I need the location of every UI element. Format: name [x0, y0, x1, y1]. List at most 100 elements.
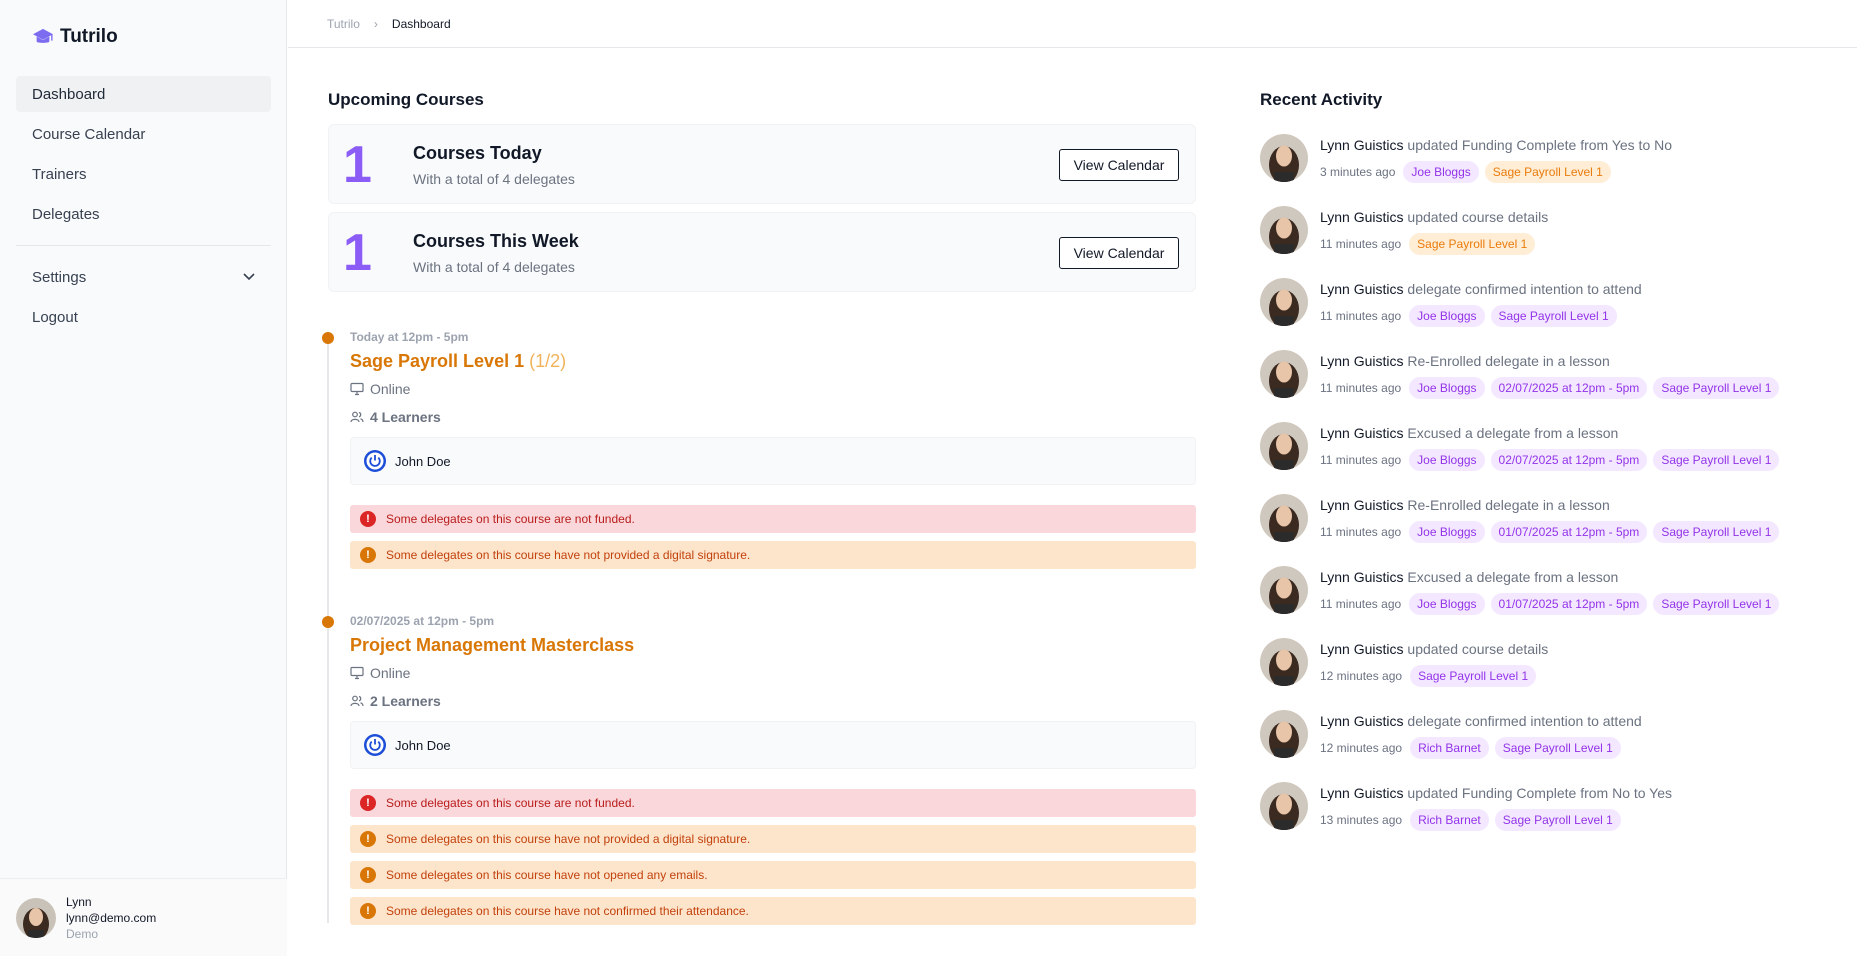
activity-tag[interactable]: 02/07/2025 at 12pm - 5pm — [1490, 449, 1648, 471]
sidebar-item-logout[interactable]: Logout — [16, 299, 271, 335]
activity-tag[interactable]: Sage Payroll Level 1 — [1653, 449, 1780, 471]
activity-user: Lynn Guistics — [1320, 137, 1404, 153]
activity-tag[interactable]: Joe Bloggs — [1409, 521, 1485, 543]
activity-tag[interactable]: Sage Payroll Level 1 — [1490, 305, 1617, 327]
sidebar-item-dashboard[interactable]: Dashboard — [16, 76, 271, 112]
alert-warning-icon: ! — [360, 903, 376, 919]
activity-tag[interactable]: 02/07/2025 at 12pm - 5pm — [1490, 377, 1648, 399]
activity-item: Lynn Guistics updated Funding Complete f… — [1260, 134, 1820, 206]
activity-time: 11 minutes ago — [1320, 453, 1402, 467]
activity-tag[interactable]: Joe Bloggs — [1409, 377, 1485, 399]
activity-action: delegate confirmed intention to attend — [1407, 713, 1642, 729]
courses-today-card: 1 Courses Today With a total of 4 delega… — [328, 124, 1196, 204]
activity-user: Lynn Guistics — [1320, 425, 1404, 441]
activity-meta: 11 minutes ago Joe Bloggs 02/07/2025 at 12… — [1320, 449, 1780, 471]
trainer-row[interactable]: John Doe — [350, 437, 1196, 485]
activity-item: Lynn Guistics updated Funding Complete f… — [1260, 782, 1820, 854]
breadcrumb-root[interactable]: Tutrilo — [327, 17, 360, 31]
course-entry: 02/07/2025 at 12pm - 5pm Project Managem… — [350, 614, 1196, 933]
monitor-icon — [350, 382, 364, 396]
activity-tag[interactable]: Rich Barnet — [1410, 809, 1489, 831]
activity-tag[interactable]: Joe Bloggs — [1403, 161, 1479, 183]
alert-not-funded: ! Some delegates on this course are not … — [350, 505, 1196, 533]
activity-tag[interactable]: Joe Bloggs — [1409, 449, 1485, 471]
activity-body: Lynn Guistics updated course details 11 m… — [1320, 206, 1548, 255]
activity-tag[interactable]: Sage Payroll Level 1 — [1484, 161, 1611, 183]
activity-tag[interactable]: Joe Bloggs — [1409, 305, 1485, 327]
avatar — [1260, 206, 1308, 254]
user-info: Lynn lynn@demo.com Demo — [66, 894, 156, 942]
upcoming-courses-title: Upcoming Courses — [328, 90, 484, 109]
sidebar-item-trainers[interactable]: Trainers — [16, 156, 271, 192]
courses-today-title: Courses Today — [413, 143, 542, 163]
alert-no-emails-opened: ! Some delegates on this course have not… — [350, 861, 1196, 889]
view-calendar-today-button[interactable]: View Calendar — [1059, 149, 1179, 181]
activity-item: Lynn Guistics Excused a delegate from a … — [1260, 566, 1820, 638]
sidebar-item-settings[interactable]: Settings — [16, 259, 271, 295]
activity-time: 11 minutes ago — [1320, 309, 1402, 323]
activity-line: Lynn Guistics updated Funding Complete f… — [1320, 137, 1672, 157]
course-location-text: Online — [370, 381, 411, 397]
alert-text: Some delegates on this course have not o… — [386, 868, 708, 882]
sidebar-item-delegates[interactable]: Delegates — [16, 196, 271, 232]
activity-tag[interactable]: 01/07/2025 at 12pm - 5pm — [1490, 593, 1648, 615]
activity-line: Lynn Guistics Excused a delegate from a … — [1320, 569, 1779, 589]
activity-body: Lynn Guistics Re-Enrolled delegate in a … — [1320, 350, 1780, 399]
avatar — [1260, 278, 1308, 326]
activity-item: Lynn Guistics delegate confirmed intenti… — [1260, 710, 1820, 782]
breadcrumb: Tutrilo › Dashboard — [288, 0, 1857, 48]
activity-line: Lynn Guistics Re-Enrolled delegate in a … — [1320, 353, 1779, 373]
user-role: Demo — [66, 926, 99, 941]
activity-body: Lynn Guistics Excused a delegate from a … — [1320, 422, 1780, 471]
activity-tag[interactable]: Joe Bloggs — [1409, 593, 1485, 615]
activity-meta: 11 minutes ago Joe Bloggs 02/07/2025 at 12… — [1320, 377, 1780, 399]
user-email: lynn@demo.com — [66, 910, 157, 925]
alert-text: Some delegates on this course are not fu… — [386, 512, 635, 526]
activity-tag[interactable]: Sage Payroll Level 1 — [1653, 521, 1780, 543]
alert-warning-icon: ! — [360, 867, 376, 883]
activity-tag[interactable]: Sage Payroll Level 1 — [1409, 233, 1536, 255]
activity-line: Lynn Guistics updated course details — [1320, 641, 1548, 661]
activity-item: Lynn Guistics updated course details 11 m… — [1260, 206, 1820, 278]
activity-action: delegate confirmed intention to attend — [1407, 281, 1642, 297]
courses-today-count: 1 — [343, 136, 372, 194]
activity-user: Lynn Guistics — [1320, 713, 1404, 729]
activity-item: Lynn Guistics Re-Enrolled delegate in a … — [1260, 494, 1820, 566]
view-calendar-week-button[interactable]: View Calendar — [1059, 237, 1179, 269]
alert-warning-icon: ! — [360, 831, 376, 847]
activity-user: Lynn Guistics — [1320, 785, 1404, 801]
activity-tag[interactable]: Sage Payroll Level 1 — [1494, 737, 1621, 759]
activity-action: updated course details — [1407, 209, 1549, 225]
activity-time: 3 minutes ago — [1320, 165, 1396, 179]
activity-tag[interactable]: Sage Payroll Level 1 — [1653, 593, 1780, 615]
course-title[interactable]: Project Management Masterclass — [350, 635, 1196, 659]
courses-week-subtitle: With a total of 4 delegates — [413, 259, 575, 275]
sidebar-item-course-calendar[interactable]: Course Calendar — [16, 116, 271, 152]
users-icon — [350, 695, 364, 707]
activity-tag[interactable]: Rich Barnet — [1410, 737, 1489, 759]
courses-week-title: Courses This Week — [413, 231, 579, 251]
course-title-text: Project Management Masterclass — [350, 635, 635, 655]
monitor-icon — [350, 666, 364, 680]
activity-tag[interactable]: Sage Payroll Level 1 — [1653, 377, 1780, 399]
avatar — [1260, 638, 1308, 686]
user-profile[interactable]: Lynn lynn@demo.com Demo — [0, 878, 287, 956]
avatar — [16, 897, 56, 938]
avatar — [1260, 566, 1308, 614]
activity-user: Lynn Guistics — [1320, 353, 1404, 369]
chevron-down-icon — [243, 273, 255, 281]
course-title[interactable]: Sage Payroll Level 1 (1/2) — [350, 351, 1196, 375]
activity-tag[interactable]: Sage Payroll Level 1 — [1410, 665, 1537, 687]
brand[interactable]: Tutrilo — [32, 26, 118, 48]
activity-meta: 3 minutes ago Joe Bloggs Sage Payroll Leve… — [1320, 161, 1672, 183]
activity-time: 11 minutes ago — [1320, 237, 1402, 251]
trainer-row[interactable]: John Doe — [350, 721, 1196, 769]
activity-tag[interactable]: 01/07/2025 at 12pm - 5pm — [1490, 521, 1648, 543]
course-lesson-fraction: (1/2) — [529, 351, 567, 371]
activity-time: 11 minutes ago — [1320, 597, 1402, 611]
trainer-name: John Doe — [395, 737, 451, 753]
alert-text: Some delegates on this course are not fu… — [386, 796, 635, 810]
trainer-power-icon — [364, 450, 386, 472]
activity-tag[interactable]: Sage Payroll Level 1 — [1494, 809, 1621, 831]
timeline-dot — [322, 332, 334, 344]
